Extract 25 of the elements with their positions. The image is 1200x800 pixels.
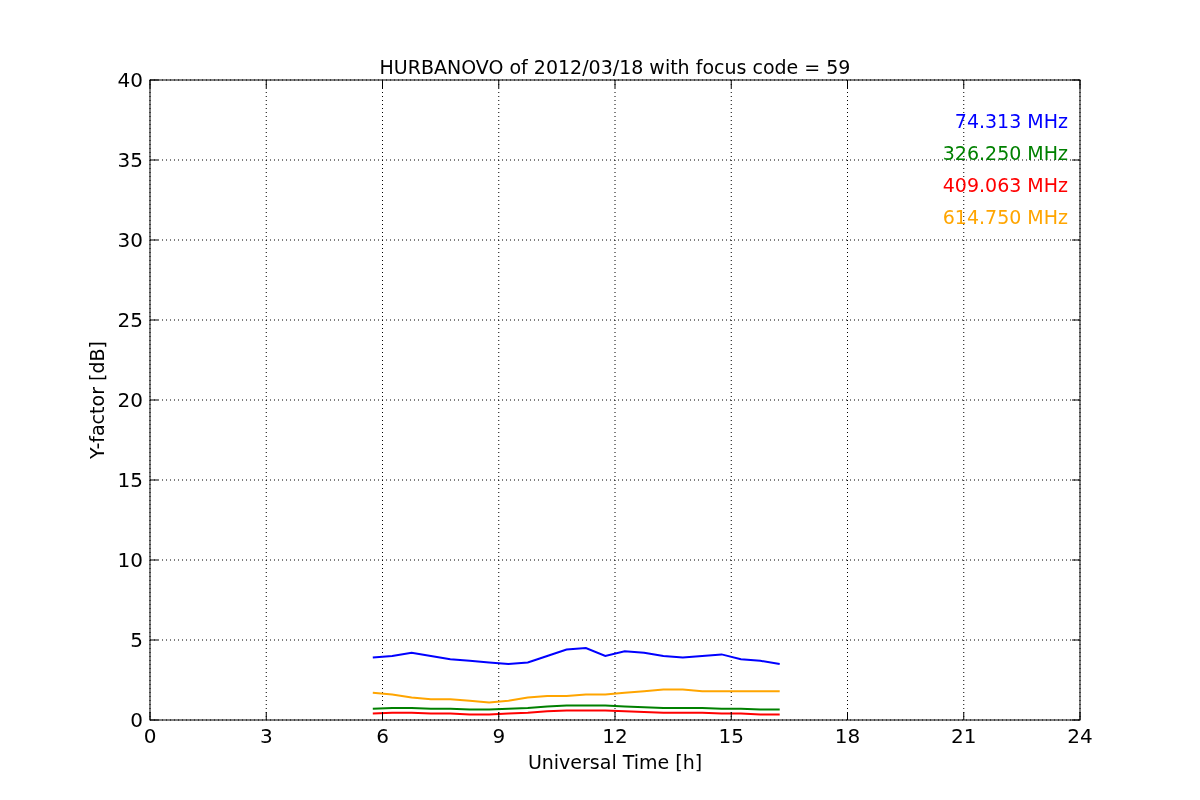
tick-label: 10 — [117, 548, 143, 572]
axis-label: Y-factor [dB] — [86, 341, 108, 459]
tick-label: 6 — [376, 724, 389, 748]
tick-label: 5 — [130, 628, 143, 652]
tick-label: 35 — [117, 148, 143, 172]
tick-label: 25 — [117, 308, 143, 332]
axis-label: Universal Time [h] — [527, 751, 703, 773]
tick-label: 0 — [143, 724, 157, 748]
tick-label: 15 — [117, 468, 143, 492]
chart-title: HURBANOVO of 2012/03/18 with focus code = 59 — [379, 56, 851, 78]
tick-label: 9 — [492, 724, 506, 748]
tick-label: 12 — [602, 724, 628, 748]
tick-label: 40 — [117, 68, 143, 92]
tick-label: 20 — [117, 388, 143, 412]
legend-label: 74.313 MHz — [954, 110, 1068, 132]
legend-label: 409.063 MHz — [942, 174, 1068, 196]
legend-label: 614.750 MHz — [942, 206, 1068, 228]
tick-label: 18 — [834, 724, 861, 748]
tick-label: 30 — [117, 228, 143, 252]
tick-label: 3 — [259, 724, 273, 748]
tick-label: 21 — [951, 724, 977, 748]
tick-label: 0 — [130, 708, 143, 732]
tick-label: 15 — [718, 724, 744, 748]
tick-label: 24 — [1067, 724, 1093, 748]
legend-label: 326.250 MHz — [942, 142, 1068, 164]
